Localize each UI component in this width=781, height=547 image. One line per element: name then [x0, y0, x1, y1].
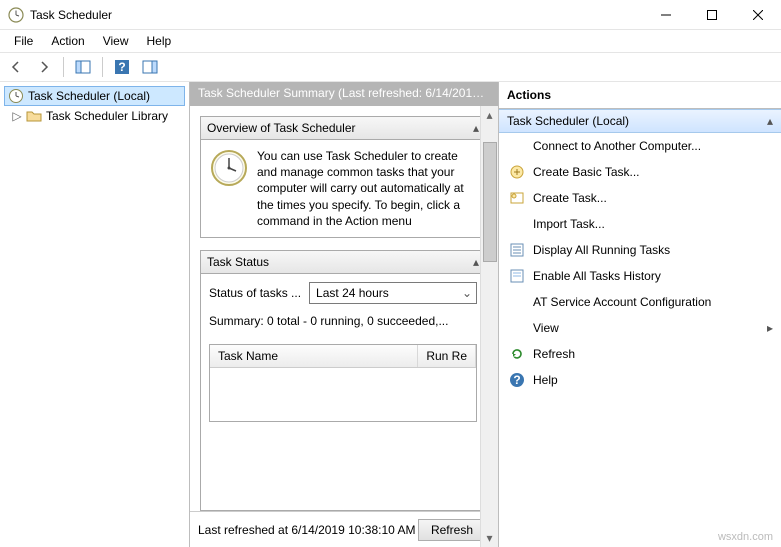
action-create-task[interactable]: Create Task...: [499, 185, 781, 211]
collapse-icon: ▴: [767, 114, 773, 128]
watermark: wsxdn.com: [718, 531, 773, 543]
overview-panel-header[interactable]: Overview of Task Scheduler ▴: [201, 117, 485, 140]
overview-panel: Overview of Task Scheduler ▴ You can use…: [200, 116, 486, 238]
action-label: Connect to Another Computer...: [533, 139, 773, 153]
help-button[interactable]: ?: [110, 55, 134, 79]
action-label: Import Task...: [533, 217, 773, 231]
chevron-right-icon: ▸: [767, 321, 773, 335]
scroll-down-icon[interactable]: ▾: [481, 529, 498, 547]
menu-help[interactable]: Help: [139, 32, 180, 50]
close-button[interactable]: [735, 0, 781, 30]
tree-root[interactable]: Task Scheduler (Local): [4, 86, 185, 106]
table-header: Task Name Run Re: [210, 345, 476, 368]
status-summary: Summary: 0 total - 0 running, 0 succeede…: [209, 314, 477, 328]
actions-group-header[interactable]: Task Scheduler (Local) ▴: [499, 109, 781, 133]
actions-title: Actions: [499, 82, 781, 109]
menu-bar: File Action View Help: [0, 30, 781, 52]
last-refreshed-text: Last refreshed at 6/14/2019 10:38:10 AM: [198, 523, 416, 537]
help-icon: ?: [509, 372, 525, 388]
refresh-button[interactable]: Refresh: [418, 519, 486, 541]
action-label: Refresh: [533, 347, 773, 361]
center-pane: Task Scheduler Summary (Last refreshed: …: [190, 82, 498, 547]
status-label: Status of tasks ...: [209, 286, 301, 300]
vertical-scrollbar[interactable]: ▴ ▾: [480, 106, 498, 547]
chevron-down-icon: ⌄: [462, 286, 472, 300]
action-label: View: [533, 321, 759, 335]
wizard-icon: [509, 164, 525, 180]
action-label: Display All Running Tasks: [533, 243, 773, 257]
toolbar: ?: [0, 52, 781, 82]
task-status-title: Task Status: [207, 255, 269, 269]
action-connect[interactable]: Connect to Another Computer...: [499, 133, 781, 159]
overview-text: You can use Task Scheduler to create and…: [257, 148, 477, 229]
menu-action[interactable]: Action: [43, 32, 92, 50]
toolbar-separator: [102, 57, 103, 77]
col-run-result[interactable]: Run Re: [418, 345, 476, 367]
status-range-combo[interactable]: Last 24 hours ⌄: [309, 282, 477, 304]
blank-icon: [509, 138, 525, 154]
action-label: Create Task...: [533, 191, 773, 205]
task-icon: [509, 190, 525, 206]
title-bar: Task Scheduler: [0, 0, 781, 30]
task-status-header[interactable]: Task Status ▴: [201, 251, 485, 274]
action-label: Enable All Tasks History: [533, 269, 773, 283]
blank-icon: [509, 320, 525, 336]
tree-root-label: Task Scheduler (Local): [28, 89, 150, 103]
show-hide-action-button[interactable]: [138, 55, 162, 79]
refresh-icon: [509, 346, 525, 362]
svg-text:?: ?: [513, 373, 520, 387]
menu-file[interactable]: File: [6, 32, 41, 50]
collapse-icon: ▴: [473, 121, 479, 135]
action-enable-history[interactable]: Enable All Tasks History: [499, 263, 781, 289]
clock-large-icon: [209, 148, 249, 188]
action-import-task[interactable]: Import Task...: [499, 211, 781, 237]
scroll-up-icon[interactable]: ▴: [481, 106, 498, 124]
show-hide-tree-button[interactable]: [71, 55, 95, 79]
expand-icon[interactable]: ▷: [12, 109, 22, 123]
center-footer: Last refreshed at 6/14/2019 10:38:10 AM …: [190, 511, 494, 547]
history-icon: [509, 268, 525, 284]
blank-icon: [509, 294, 525, 310]
action-at-service[interactable]: AT Service Account Configuration: [499, 289, 781, 315]
action-label: Create Basic Task...: [533, 165, 773, 179]
collapse-icon: ▴: [473, 255, 479, 269]
window-title: Task Scheduler: [30, 8, 643, 22]
center-header: Task Scheduler Summary (Last refreshed: …: [190, 82, 498, 106]
main-area: Task Scheduler (Local) ▷ Task Scheduler …: [0, 82, 781, 547]
list-icon: [509, 242, 525, 258]
action-create-basic-task[interactable]: Create Basic Task...: [499, 159, 781, 185]
overview-title: Overview of Task Scheduler: [207, 121, 356, 135]
action-help[interactable]: ? Help: [499, 367, 781, 393]
toolbar-separator: [63, 57, 64, 77]
tree-pane: Task Scheduler (Local) ▷ Task Scheduler …: [0, 82, 190, 547]
action-refresh[interactable]: Refresh: [499, 341, 781, 367]
actions-group-label: Task Scheduler (Local): [507, 114, 629, 128]
task-table: Task Name Run Re: [209, 344, 477, 422]
actions-pane: Actions Task Scheduler (Local) ▴ Connect…: [498, 82, 781, 547]
clock-icon: [8, 88, 24, 104]
action-view[interactable]: View ▸: [499, 315, 781, 341]
minimize-button[interactable]: [643, 0, 689, 30]
tree-child-label: Task Scheduler Library: [46, 109, 168, 123]
svg-text:?: ?: [118, 60, 125, 74]
menu-view[interactable]: View: [95, 32, 137, 50]
folder-icon: [26, 108, 42, 124]
tree-child[interactable]: ▷ Task Scheduler Library: [4, 106, 185, 126]
action-label: Help: [533, 373, 773, 387]
blank-icon: [509, 216, 525, 232]
task-status-panel: Task Status ▴ Status of tasks ... Last 2…: [200, 250, 486, 511]
scroll-thumb[interactable]: [483, 142, 497, 262]
combo-value: Last 24 hours: [316, 286, 389, 300]
forward-button[interactable]: [32, 55, 56, 79]
col-task-name[interactable]: Task Name: [210, 345, 418, 367]
action-label: AT Service Account Configuration: [533, 295, 773, 309]
maximize-button[interactable]: [689, 0, 735, 30]
action-display-running[interactable]: Display All Running Tasks: [499, 237, 781, 263]
app-icon: [8, 7, 24, 23]
back-button[interactable]: [4, 55, 28, 79]
